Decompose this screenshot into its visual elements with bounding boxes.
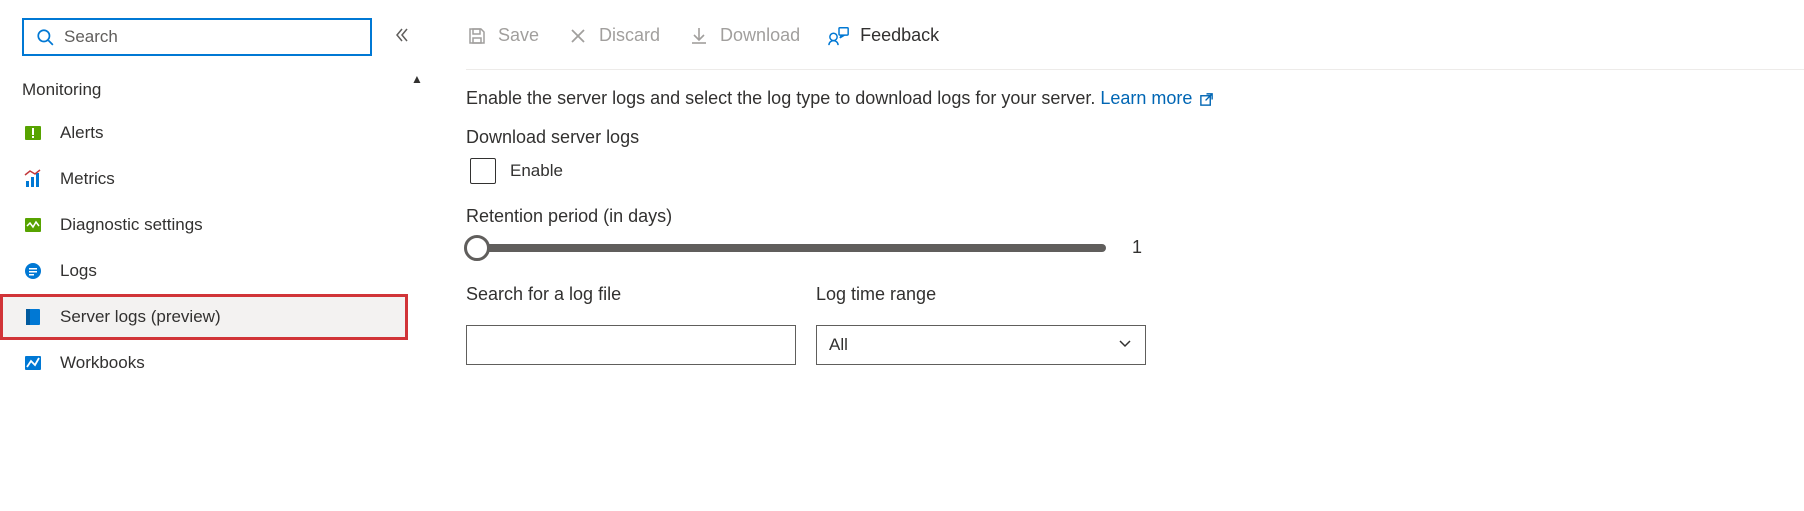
time-range-field: Log time range All [816, 284, 1146, 365]
enable-checkbox[interactable] [470, 158, 496, 184]
logs-icon [22, 260, 44, 282]
save-icon [466, 25, 488, 47]
sidebar-item-label: Alerts [60, 123, 103, 143]
learn-more-label: Learn more [1100, 88, 1192, 108]
diagnostic-icon [22, 214, 44, 236]
description-text: Enable the server logs and select the lo… [466, 88, 1095, 108]
save-button[interactable]: Save [466, 25, 539, 47]
time-range-value: All [829, 335, 848, 355]
time-range-select[interactable]: All [816, 325, 1146, 365]
retention-slider-row: 1 [466, 237, 1804, 258]
download-icon [688, 25, 710, 47]
workbooks-icon [22, 352, 44, 374]
toolbar-label: Discard [599, 25, 660, 46]
sidebar: Monitoring Alerts Metrics Diagnostic set… [0, 0, 408, 511]
chevron-down-icon [1117, 335, 1133, 356]
feedback-icon [828, 25, 850, 47]
server-logs-icon [22, 306, 44, 328]
section-title: Monitoring [0, 56, 408, 110]
toolbar-label: Save [498, 25, 539, 46]
sidebar-item-label: Workbooks [60, 353, 145, 373]
alerts-icon [22, 122, 44, 144]
search-file-label: Search for a log file [466, 284, 796, 305]
filter-row: Search for a log file Log time range All [466, 284, 1804, 365]
metrics-icon [22, 168, 44, 190]
sidebar-item-label: Logs [60, 261, 97, 281]
enable-label: Enable [510, 161, 563, 181]
scrollbar[interactable]: ▲ [408, 0, 426, 511]
search-row [0, 18, 408, 56]
slider-thumb[interactable] [464, 235, 490, 261]
retention-label: Retention period (in days) [466, 206, 1804, 227]
sidebar-item-logs[interactable]: Logs [0, 248, 408, 294]
main-content: Save Discard Download Feedback Enable th… [426, 0, 1804, 511]
discard-icon [567, 25, 589, 47]
sidebar-item-label: Server logs (preview) [60, 307, 221, 327]
sidebar-item-label: Diagnostic settings [60, 215, 203, 235]
search-input[interactable] [64, 27, 360, 47]
retention-slider[interactable] [466, 244, 1106, 252]
sidebar-item-server-logs[interactable]: Server logs (preview) [0, 294, 408, 340]
description: Enable the server logs and select the lo… [466, 88, 1804, 109]
retention-value: 1 [1132, 237, 1142, 258]
learn-more-link[interactable]: Learn more [1100, 88, 1214, 108]
sidebar-item-workbooks[interactable]: Workbooks [0, 340, 408, 386]
sidebar-item-diagnostic[interactable]: Diagnostic settings [0, 202, 408, 248]
sidebar-item-alerts[interactable]: Alerts [0, 110, 408, 156]
toolbar-label: Feedback [860, 25, 939, 46]
toolbar: Save Discard Download Feedback [466, 0, 1804, 70]
time-range-label: Log time range [816, 284, 1146, 305]
search-icon [34, 26, 56, 48]
search-file-field: Search for a log file [466, 284, 796, 365]
sidebar-item-label: Metrics [60, 169, 115, 189]
content: Enable the server logs and select the lo… [466, 70, 1804, 365]
feedback-button[interactable]: Feedback [828, 25, 939, 47]
enable-row: Enable [466, 158, 1804, 184]
toolbar-label: Download [720, 25, 800, 46]
external-link-icon [1199, 92, 1214, 107]
search-box[interactable] [22, 18, 372, 56]
sidebar-item-metrics[interactable]: Metrics [0, 156, 408, 202]
download-button[interactable]: Download [688, 25, 800, 47]
discard-button[interactable]: Discard [567, 25, 660, 47]
collapse-icon[interactable] [390, 23, 414, 52]
search-file-input[interactable] [466, 325, 796, 365]
download-logs-heading: Download server logs [466, 127, 1804, 148]
scroll-up-icon[interactable]: ▲ [408, 72, 426, 86]
